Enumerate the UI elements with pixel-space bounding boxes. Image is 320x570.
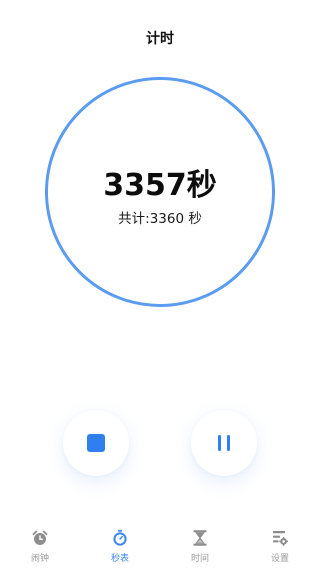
alarm-clock-icon xyxy=(31,529,49,547)
bottom-tab-bar: 闹钟 秒表 时间 设置 xyxy=(0,520,320,570)
settings-icon xyxy=(271,529,289,547)
tab-stopwatch-label: 秒表 xyxy=(110,554,129,564)
tab-settings-label: 设置 xyxy=(270,554,289,564)
timer-screen: 计时 3357秒 共计:3360 秒 闹钟 秒表 时间 设置 xyxy=(0,0,320,570)
stop-button[interactable] xyxy=(63,410,129,476)
pause-icon xyxy=(218,435,230,451)
pause-button[interactable] xyxy=(191,410,257,476)
stop-icon xyxy=(87,434,105,452)
tab-settings[interactable]: 设置 xyxy=(240,520,320,570)
page-title: 计时 xyxy=(146,31,174,47)
tab-time-label: 时间 xyxy=(190,554,209,564)
tab-time[interactable]: 时间 xyxy=(160,520,240,570)
stopwatch-icon xyxy=(111,529,129,547)
timer-value: 3357秒 xyxy=(103,168,217,203)
tab-alarm-label: 闹钟 xyxy=(30,554,49,564)
tab-stopwatch[interactable]: 秒表 xyxy=(80,520,160,570)
hourglass-icon xyxy=(191,529,209,547)
total-time: 共计:3360 秒 xyxy=(118,211,202,227)
tab-alarm[interactable]: 闹钟 xyxy=(0,520,80,570)
